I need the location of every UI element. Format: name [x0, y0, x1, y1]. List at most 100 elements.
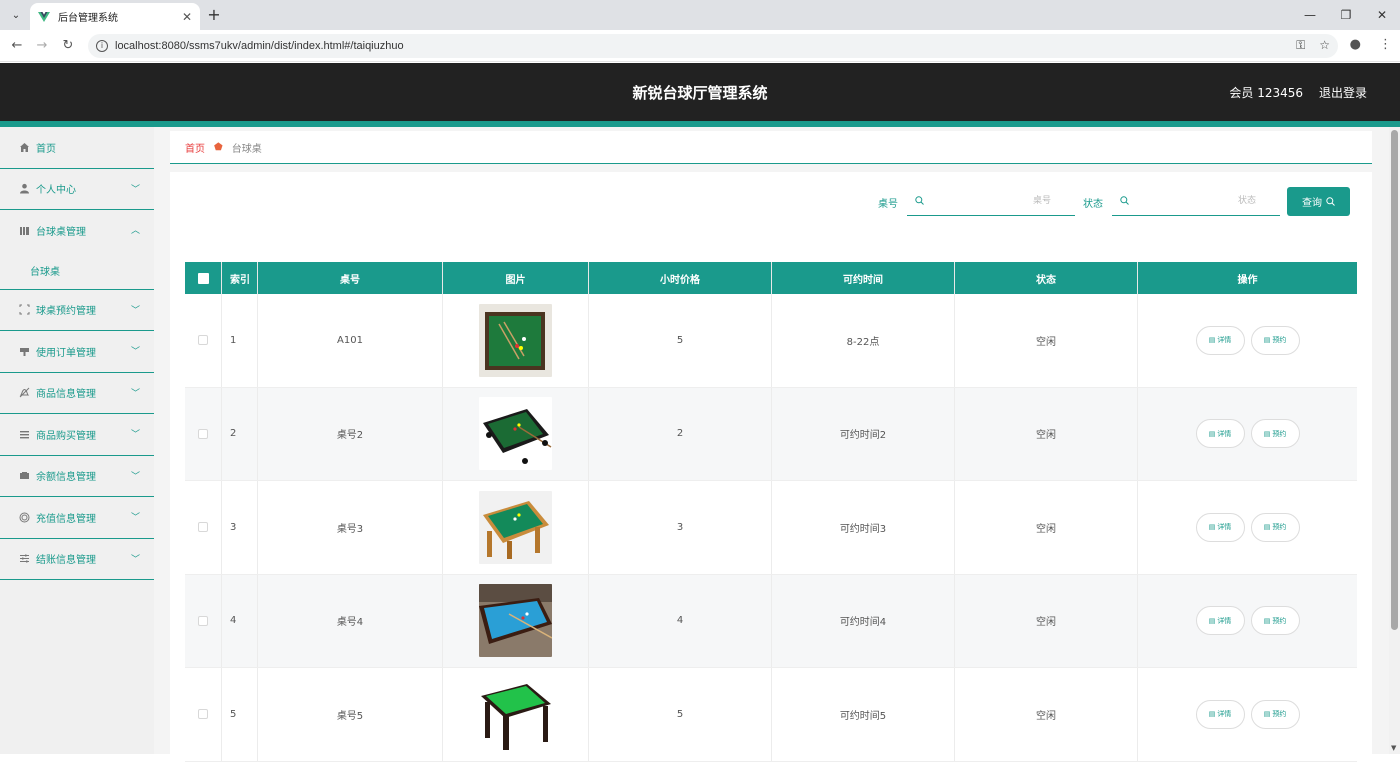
reserve-button[interactable]: ▤ 预约	[1250, 325, 1300, 355]
select-all-checkbox[interactable]	[197, 272, 209, 284]
detail-button-label: 详情	[1217, 523, 1232, 532]
sidebar-item-label: 个人中心	[36, 185, 76, 197]
breadcrumb: 首页 ⬟ 台球桌	[170, 131, 1372, 164]
index-cell: 3	[222, 481, 258, 574]
sidebar-item-orders[interactable]: 使用订单管理 ﹀	[0, 331, 154, 373]
minimize-button[interactable]: —	[1292, 0, 1328, 30]
sidebar-item-reservation[interactable]: 球桌预约管理 ﹀	[0, 290, 154, 331]
detail-button[interactable]: ▤ 详情	[1195, 419, 1245, 449]
wallet-icon	[18, 470, 30, 482]
image-cell	[443, 387, 589, 480]
doc-icon: ▤	[1208, 336, 1216, 345]
column-header: 状态	[955, 262, 1138, 294]
restore-button[interactable]: ❐	[1328, 0, 1364, 30]
table-row: 4 桌号4 4 可约时间4 空闲 ▤ 详情 ▤ 预约	[185, 574, 1357, 668]
tab-search-button[interactable]: ⌄	[6, 6, 26, 24]
tab-close-icon[interactable]: ✕	[182, 10, 192, 24]
image-cell	[443, 481, 589, 574]
status-input[interactable]	[1136, 191, 1256, 211]
table-row: 3 桌号3 3 可约时间3 空闲 ▤ 详情 ▤ 预约	[185, 481, 1357, 575]
sidebar-item-label: 结账信息管理	[36, 555, 96, 567]
tables-list: 索引 桌号 图片 小时价格 可约时间 状态 操作 1 A101 5 8-22点 …	[185, 262, 1357, 762]
chevron-down-icon: ﹀	[130, 471, 140, 482]
back-button[interactable]: ←	[8, 37, 26, 55]
close-window-button[interactable]: ✕	[1364, 0, 1400, 30]
forward-button[interactable]: →	[33, 37, 51, 55]
query-button[interactable]: 查询	[1287, 187, 1350, 216]
reserve-button-label: 预约	[1272, 523, 1287, 532]
doc-icon: ▤	[1263, 523, 1271, 532]
detail-button[interactable]: ▤ 详情	[1195, 325, 1245, 355]
doc-icon: ▤	[1208, 523, 1216, 532]
price-cell: 5	[589, 668, 772, 761]
available-time-cell: 8-22点	[772, 294, 955, 387]
price-cell: 2	[589, 387, 772, 480]
wooden-pool-table-photo[interactable]	[479, 490, 552, 564]
sidebar-item-balance[interactable]: 余额信息管理 ﹀	[0, 456, 154, 497]
browser-tab[interactable]: 后台管理系统 ✕	[30, 3, 200, 30]
dark-pool-table-photo[interactable]	[479, 397, 552, 471]
reserve-button[interactable]: ▤ 预约	[1250, 699, 1300, 729]
actions-cell: ▤ 详情 ▤ 预约	[1138, 575, 1357, 668]
column-header: 图片	[443, 262, 589, 294]
sidebar-item-purchases[interactable]: 商品购买管理 ﹀	[0, 414, 154, 456]
chevron-down-icon: ﹀	[130, 430, 140, 440]
password-key-icon[interactable]: ⚿	[1296, 38, 1305, 53]
sidebar-item-goods[interactable]: 商品信息管理 ﹀	[0, 373, 154, 414]
detail-button[interactable]: ▤ 详情	[1195, 606, 1245, 636]
row-checkbox[interactable]	[198, 428, 208, 439]
current-user: 会员 123456	[1229, 86, 1303, 100]
breadcrumb-separator-icon: ⬟	[214, 141, 223, 153]
profile-icon[interactable]: ●	[1350, 37, 1361, 52]
row-select-cell	[185, 294, 222, 387]
detail-button[interactable]: ▤ 详情	[1195, 699, 1245, 729]
table-no-cell: 桌号2	[258, 387, 443, 480]
scroll-down-icon[interactable]: ▼	[1391, 744, 1396, 752]
breadcrumb-home[interactable]: 首页	[185, 140, 205, 155]
page-scrollbar[interactable]: ▼	[1389, 127, 1400, 754]
bookmark-star-icon[interactable]: ☆	[1319, 38, 1330, 53]
table-no-input[interactable]	[931, 191, 1051, 211]
row-checkbox[interactable]	[198, 335, 208, 346]
address-bar[interactable]: i localhost:8080/ssms7ukv/admin/dist/ind…	[88, 34, 1338, 58]
status-cell: 空闲	[955, 574, 1138, 667]
sidebar-subitem-tables[interactable]: 台球桌	[0, 252, 154, 290]
reserve-button[interactable]: ▤ 预约	[1250, 606, 1300, 636]
status-cell: 空闲	[955, 294, 1138, 387]
detail-button-label: 详情	[1217, 710, 1232, 719]
table-no-cell: 桌号5	[258, 668, 443, 761]
detail-button-label: 详情	[1217, 429, 1232, 438]
logout-link[interactable]: 退出登录	[1319, 84, 1367, 101]
table-no-cell: 桌号3	[258, 481, 443, 574]
sidebar-item-home[interactable]: 首页	[0, 127, 154, 169]
row-checkbox[interactable]	[198, 615, 208, 626]
row-checkbox[interactable]	[198, 709, 208, 720]
row-checkbox[interactable]	[198, 522, 208, 533]
status-cell: 空闲	[955, 387, 1138, 480]
bright-green-pool-table-photo[interactable]	[479, 677, 552, 751]
doc-icon: ▤	[1208, 429, 1216, 438]
sidebar-item-table-management[interactable]: 台球桌管理 ︿	[0, 210, 154, 252]
reload-button[interactable]: ↻	[59, 37, 77, 55]
doc-icon: ▤	[1263, 616, 1271, 625]
chevron-down-icon: ﹀	[130, 184, 140, 195]
browser-menu-icon[interactable]: ⋮	[1379, 37, 1392, 52]
sidebar-item-checkout[interactable]: 结账信息管理 ﹀	[0, 539, 154, 580]
sidebar-item-profile[interactable]: 个人中心 ﹀	[0, 169, 154, 210]
new-tab-button[interactable]: +	[204, 5, 224, 24]
sidebar-item-recharge[interactable]: 充值信息管理 ﹀	[0, 497, 154, 539]
blue-pool-table-photo[interactable]	[479, 584, 552, 658]
price-cell: 5	[589, 294, 772, 387]
reserve-button[interactable]: ▤ 预约	[1250, 419, 1300, 449]
site-info-icon[interactable]: i	[96, 40, 108, 52]
url-text: localhost:8080/ssms7ukv/admin/dist/index…	[115, 40, 404, 52]
doc-icon: ▤	[1263, 336, 1271, 345]
doc-icon: ▤	[1208, 710, 1216, 719]
search-icon	[1120, 196, 1129, 208]
green-pool-table-photo[interactable]	[479, 303, 552, 377]
scrollbar-thumb[interactable]	[1391, 130, 1398, 630]
sidebar-item-label: 商品购买管理	[36, 430, 96, 442]
detail-button[interactable]: ▤ 详情	[1195, 512, 1245, 542]
window-controls: — ❐ ✕	[1292, 0, 1400, 30]
reserve-button[interactable]: ▤ 预约	[1250, 512, 1300, 542]
